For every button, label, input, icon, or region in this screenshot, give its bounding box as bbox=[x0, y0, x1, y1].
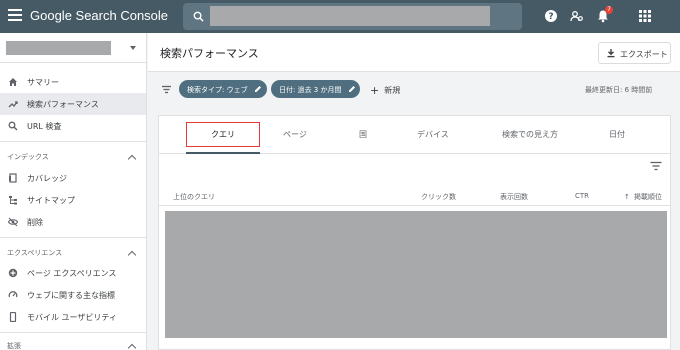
chevron-down-icon[interactable] bbox=[130, 46, 136, 50]
chevron-up-icon[interactable] bbox=[127, 154, 137, 164]
property-selector[interactable] bbox=[6, 41, 111, 55]
tab-dates[interactable]: 日付 bbox=[609, 129, 625, 140]
filter-icon[interactable] bbox=[161, 84, 172, 95]
search-input[interactable] bbox=[210, 6, 490, 26]
trending-icon bbox=[8, 99, 18, 109]
search-icon bbox=[193, 11, 204, 22]
edit-pencil-icon[interactable] bbox=[254, 85, 262, 93]
sidebar-section-enhancements: 拡張 bbox=[7, 342, 21, 350]
page-title: 検索パフォーマンス bbox=[160, 47, 259, 60]
plus-icon: + bbox=[370, 84, 380, 97]
top-app-bar: Google Search Console ? 7 bbox=[0, 0, 680, 33]
sidebar-item-coverage[interactable]: カバレッジ bbox=[0, 167, 146, 189]
column-header-impressions[interactable]: 表示回数 bbox=[500, 192, 528, 202]
home-icon bbox=[8, 77, 18, 87]
account-avatar[interactable] bbox=[660, 9, 674, 23]
search-icon bbox=[8, 121, 18, 131]
web-vitals-icon bbox=[8, 290, 18, 300]
last-updated-text: 最終更新日: 6 時間前 bbox=[585, 86, 653, 94]
sidebar: サマリー 検索パフォーマンス URL 検査 インデックス カバレッジ サイトマッ… bbox=[0, 33, 147, 350]
mobile-icon bbox=[8, 312, 18, 322]
sidebar-item-page-experience[interactable]: ページ エクスペリエンス bbox=[0, 262, 146, 284]
chevron-up-icon[interactable] bbox=[127, 343, 137, 350]
export-button[interactable]: エクスポート bbox=[598, 42, 671, 64]
table-header-divider bbox=[159, 205, 670, 206]
edit-pencil-icon[interactable] bbox=[348, 85, 356, 93]
sidebar-section-experience: エクスペリエンス bbox=[7, 249, 63, 257]
column-header-clicks[interactable]: クリック数 bbox=[421, 192, 456, 202]
tab-queries[interactable]: クエリ bbox=[211, 129, 235, 140]
app-logo[interactable]: Google Search Console bbox=[30, 8, 168, 23]
sidebar-item-core-web-vitals[interactable]: ウェブに関する主な指標 bbox=[0, 284, 146, 306]
sort-arrow-icon: ↑ bbox=[624, 193, 630, 201]
search-bar[interactable] bbox=[183, 3, 522, 30]
page-header: 検索パフォーマンス エクスポート bbox=[148, 33, 680, 72]
dimension-tabs: クエリ ページ 国 デバイス 検索での見え方 日付 bbox=[159, 116, 670, 154]
coverage-icon bbox=[8, 173, 18, 183]
help-icon[interactable]: ? bbox=[544, 9, 558, 23]
active-tab-indicator bbox=[186, 152, 260, 154]
filter-chip-date[interactable]: 日付: 過去 3 か月間 bbox=[271, 80, 360, 98]
results-card: クエリ ページ 国 デバイス 検索での見え方 日付 上位のクエリ クリック数 表… bbox=[158, 115, 671, 350]
sidebar-item-performance[interactable]: 検索パフォーマンス bbox=[0, 93, 146, 115]
table-filter-icon[interactable] bbox=[650, 161, 662, 171]
sidebar-item-sitemaps[interactable]: サイトマップ bbox=[0, 189, 146, 211]
sidebar-item-summary[interactable]: サマリー bbox=[0, 71, 146, 93]
removals-icon bbox=[8, 217, 18, 227]
column-header-ctr[interactable]: CTR bbox=[575, 192, 589, 200]
sidebar-item-removals[interactable]: 削除 bbox=[0, 211, 146, 233]
svg-text:?: ? bbox=[548, 12, 553, 22]
tab-devices[interactable]: デバイス bbox=[417, 129, 449, 140]
apps-grid-icon[interactable] bbox=[638, 9, 652, 23]
chevron-up-icon[interactable] bbox=[127, 250, 137, 260]
column-header-top-queries: 上位のクエリ bbox=[173, 193, 215, 201]
table-body-redacted bbox=[165, 211, 667, 338]
sidebar-item-url-inspection[interactable]: URL 検査 bbox=[0, 115, 146, 137]
tab-search-appearance[interactable]: 検索での見え方 bbox=[502, 129, 558, 140]
sidebar-divider bbox=[0, 62, 146, 63]
sidebar-item-mobile-usability[interactable]: モバイル ユーザビリティ bbox=[0, 306, 146, 328]
people-settings-icon[interactable] bbox=[570, 9, 584, 23]
tab-pages[interactable]: ページ bbox=[283, 129, 307, 140]
tab-countries[interactable]: 国 bbox=[359, 129, 367, 140]
download-icon bbox=[606, 48, 616, 58]
sidebar-divider bbox=[0, 332, 146, 333]
sitemap-icon bbox=[8, 195, 18, 205]
column-header-position[interactable]: ↑ 掲載順位 bbox=[624, 192, 662, 202]
page-experience-icon bbox=[8, 268, 18, 278]
sidebar-section-index: インデックス bbox=[7, 153, 49, 161]
notification-badge: 7 bbox=[605, 6, 613, 14]
sidebar-divider bbox=[0, 141, 146, 142]
hamburger-menu-icon[interactable] bbox=[8, 9, 22, 23]
add-new-filter-button[interactable]: + 新規 bbox=[370, 84, 400, 97]
filter-chip-search-type[interactable]: 検索タイプ: ウェブ bbox=[179, 80, 267, 98]
sidebar-divider bbox=[0, 237, 146, 238]
